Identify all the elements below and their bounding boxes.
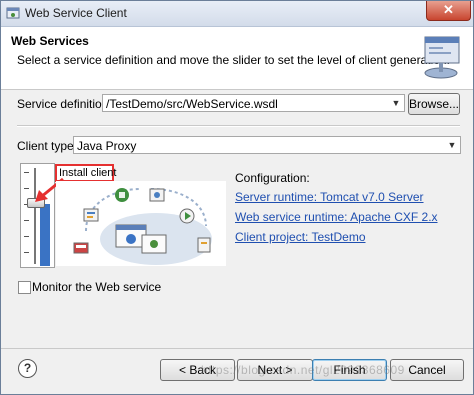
page-description: Select a service definition and move the… <box>17 53 450 67</box>
service-definition-label: Service definition: <box>17 97 112 111</box>
slider-tick <box>24 188 29 189</box>
slider-tick <box>24 236 29 237</box>
web-service-client-dialog: Web Service Client ✕ Web Services Select… <box>0 0 474 395</box>
test-icon <box>197 237 211 253</box>
client-type-label: Client type: <box>17 139 78 153</box>
watermark-text: https://blog.csdn.net/gl2092368609 <box>201 363 405 377</box>
client-generation-diagram <box>56 181 226 266</box>
client-project-link[interactable]: Client project: TestDemo <box>235 230 366 244</box>
web-service-runtime-link[interactable]: Web service runtime: Apache CXF 2.x <box>235 210 438 224</box>
deploy-icon <box>149 188 165 202</box>
help-icon[interactable]: ? <box>18 359 37 378</box>
monitor-label: Monitor the Web service <box>32 280 162 294</box>
page-title: Web Services <box>11 34 89 48</box>
client-type-value: Java Proxy <box>77 139 137 153</box>
package-icon <box>141 234 167 254</box>
web-service-app-icon <box>6 7 20 19</box>
client-type-combo[interactable]: Java Proxy ▼ <box>73 136 461 154</box>
develop-icon <box>83 208 99 222</box>
wizard-banner-icon <box>424 36 460 79</box>
footer-divider <box>1 348 473 349</box>
close-button[interactable]: ✕ <box>426 1 471 21</box>
wizard-header: Web Services Select a service definition… <box>1 27 473 90</box>
start-icon <box>179 208 195 224</box>
browse-button[interactable]: Browse... <box>408 93 460 115</box>
service-definition-combo[interactable]: /TestDemo/src/WebService.wsdl ▼ <box>102 94 405 112</box>
title-bar[interactable]: Web Service Client ✕ <box>1 1 473 27</box>
service-definition-value: /TestDemo/src/WebService.wsdl <box>106 97 278 111</box>
section-divider <box>17 125 460 127</box>
slider-tick <box>24 252 29 253</box>
chevron-down-icon[interactable]: ▼ <box>388 95 404 111</box>
slider-fill <box>40 204 50 266</box>
assemble-icon <box>115 188 129 202</box>
monitor-checkbox[interactable] <box>18 281 31 294</box>
slider-tick <box>24 172 29 173</box>
client-icon <box>73 242 89 254</box>
server-runtime-link[interactable]: Server runtime: Tomcat v7.0 Server <box>235 190 424 204</box>
slider-tick <box>24 220 29 221</box>
configuration-title: Configuration: <box>235 171 310 185</box>
chevron-down-icon[interactable]: ▼ <box>444 137 460 153</box>
window-title: Web Service Client <box>25 6 127 20</box>
